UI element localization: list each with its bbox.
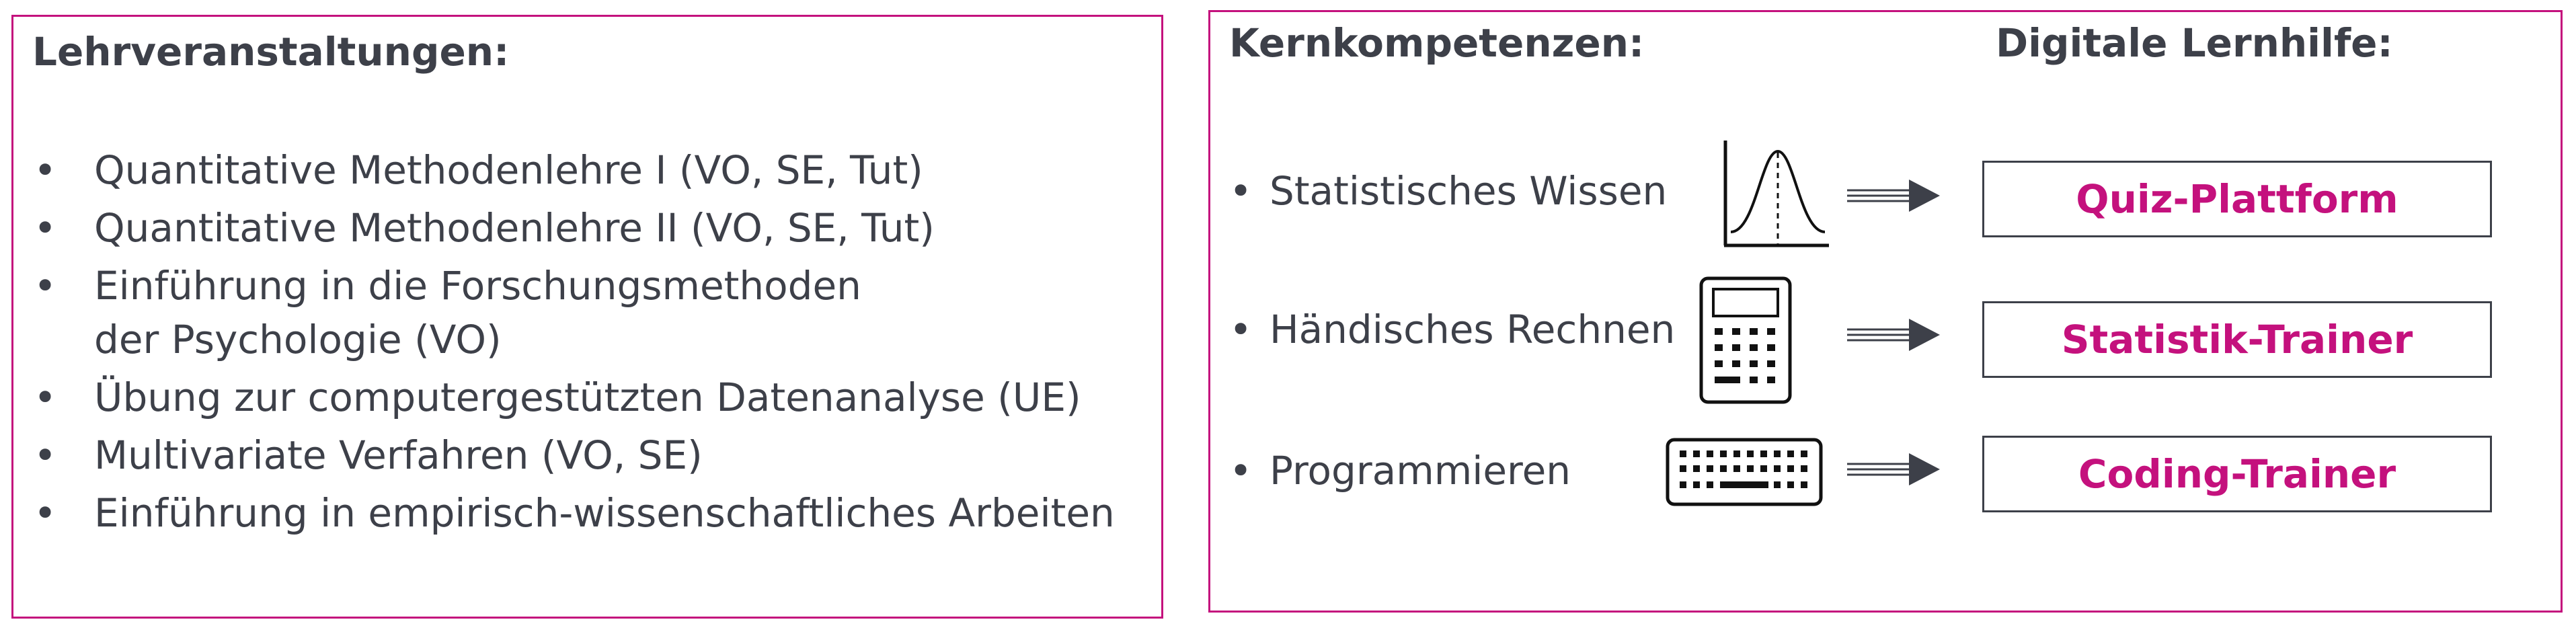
coding-trainer-box[interactable]: Coding-Trainer	[1982, 436, 2492, 512]
bullet: •	[1229, 448, 1253, 494]
keyboard-icon	[1666, 438, 1823, 506]
competence-programming: Programmieren	[1270, 448, 1571, 494]
competencies-panel: Kernkompetenzen: Digitale Lernhilfe: • S…	[1208, 10, 2563, 613]
competencies-heading: Kernkompetenzen:	[1229, 20, 1645, 66]
course-item-continuation: der Psychologie (VO)	[94, 317, 502, 362]
course-item: Einführung in die Forschungsmethoden	[94, 263, 861, 309]
courses-heading: Lehrveranstaltungen:	[32, 29, 510, 75]
bullet: •	[34, 432, 57, 478]
courses-panel: Lehrveranstaltungen: • Quantitative Meth…	[11, 15, 1163, 619]
arrow-icon	[1847, 319, 1940, 351]
bullet: •	[34, 375, 57, 420]
bell-curve-icon	[1723, 141, 1829, 247]
arrow-icon	[1847, 453, 1940, 485]
course-item: Multivariate Verfahren (VO, SE)	[94, 432, 703, 478]
coding-trainer-label: Coding-Trainer	[2078, 451, 2396, 497]
course-item: Übung zur computergestützten Datenanalys…	[94, 375, 1081, 420]
quiz-platform-label: Quiz-Plattform	[2076, 176, 2398, 222]
course-item: Quantitative Methodenlehre I (VO, SE, Tu…	[94, 147, 923, 193]
course-item: Einführung in empirisch-wissenschaftlich…	[94, 490, 1115, 536]
learning-aids-heading: Digitale Lernhilfe:	[1996, 20, 2393, 66]
bullet: •	[34, 147, 57, 193]
bullet: •	[34, 490, 57, 536]
course-item: Quantitative Methodenlehre II (VO, SE, T…	[94, 205, 935, 251]
statistics-trainer-label: Statistik-Trainer	[2061, 317, 2413, 362]
statistics-trainer-box[interactable]: Statistik-Trainer	[1982, 301, 2492, 378]
arrow-icon	[1847, 180, 1940, 212]
competence-manual-calculation: Händisches Rechnen	[1270, 307, 1676, 352]
bullet: •	[1229, 307, 1253, 352]
bullet: •	[1229, 168, 1253, 214]
competence-statistical-knowledge: Statistisches Wissen	[1270, 168, 1668, 214]
calculator-icon	[1699, 276, 1792, 404]
quiz-platform-box[interactable]: Quiz-Plattform	[1982, 161, 2492, 237]
bullet: •	[34, 263, 57, 309]
bullet: •	[34, 205, 57, 251]
